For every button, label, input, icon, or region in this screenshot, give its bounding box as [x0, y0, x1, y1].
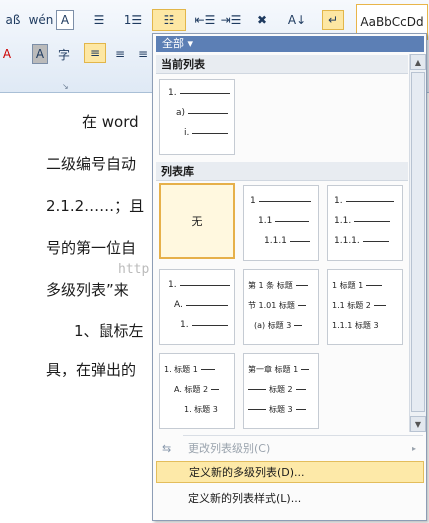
level-line — [192, 132, 229, 134]
level-line — [188, 112, 229, 114]
current-list-tile[interactable]: 1. a) i. — [159, 79, 235, 155]
enclose-characters-button[interactable]: wén — [29, 10, 54, 30]
doc-line: 在 word — [82, 113, 139, 131]
list-filter-dropdown[interactable]: 全部 ▾ — [156, 36, 424, 52]
align-right-button[interactable]: ≡ — [134, 44, 152, 64]
scroll-down-icon[interactable]: ▼ — [410, 416, 426, 432]
list-tile[interactable]: 第 1 条 标题 节 1.01 标题 (a) 标题 3 — [243, 269, 319, 345]
gallery-scrollbar[interactable]: ▲ ▼ — [409, 54, 426, 432]
list-tile[interactable]: 1 标题 1 1.1 标题 2 1.1.1 标题 3 — [327, 269, 403, 345]
dialog-launcher-icon[interactable]: ↘ — [62, 82, 69, 91]
scroll-up-icon[interactable]: ▲ — [410, 54, 426, 70]
phonetic-guide-button[interactable]: aß — [2, 10, 24, 30]
list-tile[interactable]: 1. 1.1. 1.1.1. — [327, 185, 403, 261]
enclosed-character-button[interactable]: 字 — [54, 44, 74, 64]
scroll-thumb[interactable] — [411, 72, 425, 412]
decrease-indent-button[interactable]: ⇤☰ — [194, 10, 216, 30]
level-line — [179, 92, 230, 94]
character-shading-button[interactable]: A — [32, 44, 48, 64]
multilevel-list-dropdown: 全部 ▾ 当前列表 1. a) i. 列表库 无 1 1.1 1.1.1 1. … — [152, 33, 427, 521]
submenu-arrow-icon: ▸ — [411, 443, 416, 453]
chevron-down-icon: ▾ — [187, 37, 194, 50]
character-border-button[interactable]: A — [56, 10, 74, 30]
menu-separator — [183, 435, 423, 436]
doc-line: 二级编号自动 — [46, 155, 137, 173]
bullets-button[interactable]: ☰ — [86, 10, 112, 30]
current-list-header: 当前列表 — [156, 55, 408, 74]
define-new-list-style-item[interactable]: 定义新的列表样式(L)... — [156, 487, 424, 509]
list-tile[interactable]: 1. A. 1. — [159, 269, 235, 345]
numbering-button[interactable]: 1☰ — [118, 10, 148, 30]
multilevel-list-button[interactable]: ☷ — [152, 9, 186, 31]
change-list-level-item[interactable]: ⇆ 更改列表级别(C) ▸ — [156, 437, 424, 459]
doc-line: 具，在弹出的 — [46, 361, 137, 379]
list-tile[interactable]: 第一章 标题 1 标题 2 标题 3 — [243, 353, 319, 429]
doc-line: 号的第一位自 — [46, 239, 137, 257]
font-color-button[interactable]: A — [0, 44, 14, 64]
increase-indent-button[interactable]: ⇥☰ — [220, 10, 242, 30]
chinese-layout-button[interactable]: ✖ — [248, 10, 276, 30]
list-tile[interactable]: 1 1.1 1.1.1 — [243, 185, 319, 261]
show-formatting-marks-button[interactable]: ↵ — [322, 10, 344, 30]
list-library-header: 列表库 — [156, 162, 408, 181]
doc-line: 多级列表”来 — [46, 281, 129, 299]
sort-button[interactable]: A↓ — [286, 10, 308, 30]
doc-line: 2.1.2……；且 — [46, 197, 145, 215]
align-left-button[interactable]: ≡ — [84, 43, 106, 63]
list-tile-none[interactable]: 无 — [159, 183, 235, 259]
define-new-multilevel-list-item[interactable]: 定义新的多级列表(D)... — [156, 461, 424, 483]
align-center-button[interactable]: ≡ — [110, 44, 130, 64]
doc-line: 1、鼠标左 — [74, 322, 144, 340]
list-level-icon: ⇆ — [162, 441, 172, 455]
list-tile[interactable]: 1. 标题 1 A. 标题 2 1. 标题 3 — [159, 353, 235, 429]
